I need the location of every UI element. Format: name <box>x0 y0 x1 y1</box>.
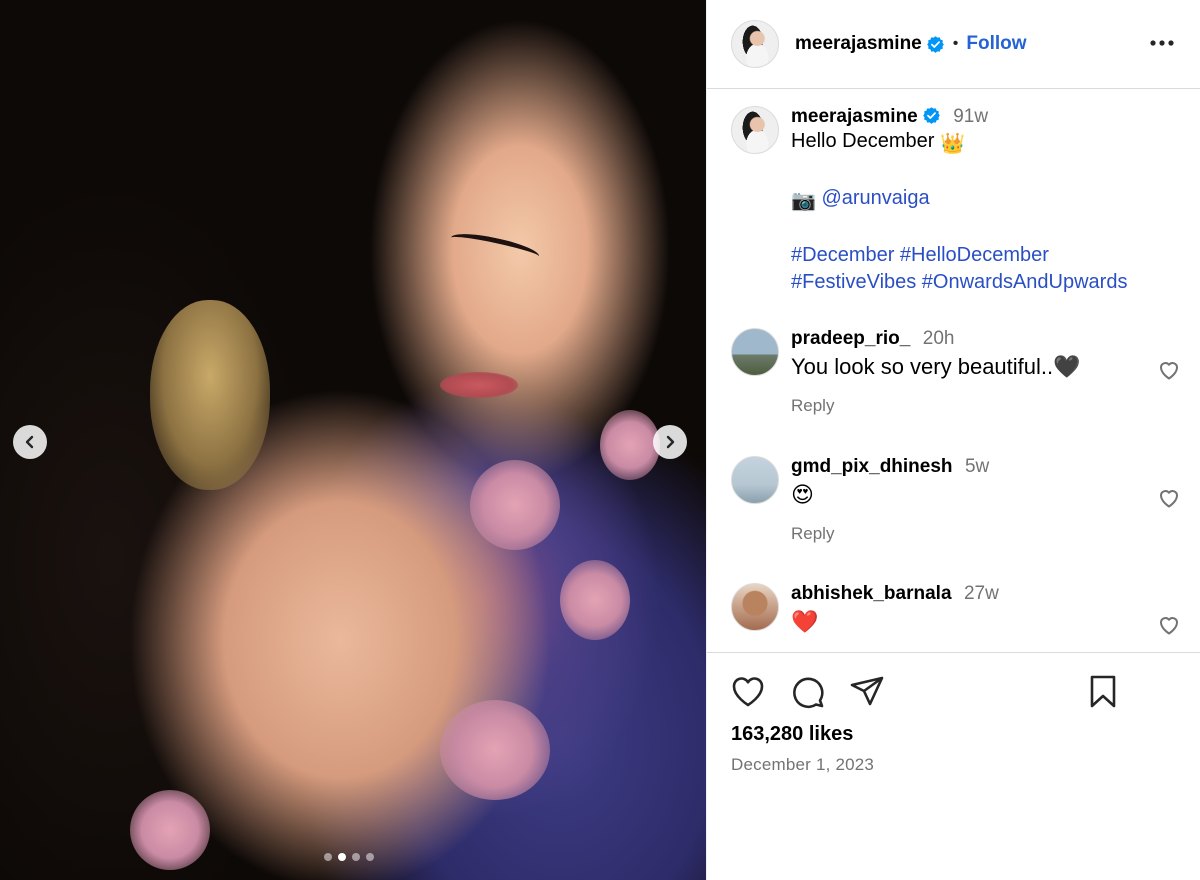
send-icon[interactable] <box>848 673 886 711</box>
post-actions: 163,280 likes December 1, 2023 <box>707 652 1200 880</box>
follow-button[interactable]: Follow <box>966 33 1026 55</box>
comment-timestamp[interactable]: 27w <box>964 583 999 604</box>
red-heart-emoji: ❤️ <box>791 609 819 634</box>
carousel-prev-button[interactable] <box>13 425 47 459</box>
verified-badge-icon <box>922 107 940 124</box>
photo-flower-print <box>130 790 210 870</box>
comment-timestamp[interactable]: 5w <box>965 456 989 477</box>
comment-text: ❤️ <box>791 607 1191 637</box>
post-photo[interactable] <box>0 0 706 880</box>
heart-icon[interactable] <box>1157 613 1181 637</box>
reply-button[interactable]: Reply <box>791 396 1191 416</box>
photo-flower-print <box>440 700 550 800</box>
photo-earring <box>150 300 270 490</box>
hashtags-link[interactable]: #December #HelloDecember <box>791 244 1049 266</box>
comment-item: gmd_pix_dhinesh 5w 😍 Reply <box>731 456 1191 544</box>
post-details-panel: meerajasmine • Follow meerajasmine 91w H… <box>706 0 1200 880</box>
photo-flower-print <box>600 410 660 480</box>
chevron-left-icon <box>25 435 34 449</box>
post-header: meerajasmine • Follow <box>707 0 1200 89</box>
avatar[interactable] <box>731 20 779 68</box>
avatar[interactable] <box>731 328 779 376</box>
comment-item: abhishek_barnala 27w ❤️ <box>731 583 1191 637</box>
crown-emoji: 👑 <box>939 133 965 155</box>
carousel-dot[interactable] <box>366 853 374 861</box>
mention-link[interactable]: @arunvaiga <box>821 187 929 209</box>
heart-icon[interactable] <box>729 673 767 711</box>
carousel-next-button[interactable] <box>653 425 687 459</box>
caption-username[interactable]: meerajasmine <box>791 106 918 127</box>
post-caption: meerajasmine 91w Hello December 👑 📷 @aru… <box>731 106 1191 296</box>
comment-item: pradeep_rio_ 20h You look so very beauti… <box>731 328 1191 416</box>
comment-timestamp[interactable]: 20h <box>923 328 955 349</box>
header-username[interactable]: meerajasmine <box>795 33 922 55</box>
heart-icon[interactable] <box>1157 358 1181 382</box>
photo-eyelash <box>449 228 541 266</box>
carousel-dot[interactable] <box>338 853 346 861</box>
heart-icon[interactable] <box>1157 486 1181 510</box>
photo-lips <box>440 372 518 398</box>
reply-button[interactable]: Reply <box>791 524 1191 544</box>
comment-text: You look so very beautiful..🖤 <box>791 352 1191 382</box>
avatar[interactable] <box>731 106 779 154</box>
carousel-dot[interactable] <box>352 853 360 861</box>
header-separator: • <box>952 35 959 52</box>
caption-text: Hello December 👑 📷 @arunvaiga #December … <box>791 128 1191 296</box>
carousel-indicator <box>324 853 374 861</box>
verified-badge-icon <box>926 35 944 53</box>
camera-emoji: 📷 <box>791 190 816 212</box>
photo-flower-print <box>470 460 560 550</box>
likes-count[interactable]: 163,280 likes <box>731 723 853 746</box>
caption-timestamp[interactable]: 91w <box>953 106 988 127</box>
avatar[interactable] <box>731 583 779 631</box>
caption-line: Hello December <box>791 130 935 152</box>
comment-text: 😍 <box>791 480 1191 510</box>
photo-flower-print <box>560 560 630 640</box>
comment-username[interactable]: abhishek_barnala <box>791 583 952 604</box>
carousel-dot[interactable] <box>324 853 332 861</box>
comment-text-content: You look so very beautiful.. <box>791 354 1054 379</box>
avatar[interactable] <box>731 456 779 504</box>
comment-icon[interactable] <box>789 673 827 711</box>
chevron-right-icon <box>666 435 675 449</box>
hashtags-link[interactable]: #FestiveVibes #OnwardsAndUpwards <box>791 271 1127 293</box>
comments-scroll-area[interactable]: meerajasmine 91w Hello December 👑 📷 @aru… <box>707 90 1200 650</box>
post-date[interactable]: December 1, 2023 <box>731 755 874 775</box>
black-heart-emoji: 🖤 <box>1053 354 1081 379</box>
more-horizontal-icon[interactable] <box>1149 32 1175 54</box>
comment-username[interactable]: gmd_pix_dhinesh <box>791 456 953 477</box>
bookmark-icon[interactable] <box>1084 673 1122 711</box>
comment-username[interactable]: pradeep_rio_ <box>791 328 910 349</box>
heart-eyes-emoji: 😍 <box>791 482 814 507</box>
